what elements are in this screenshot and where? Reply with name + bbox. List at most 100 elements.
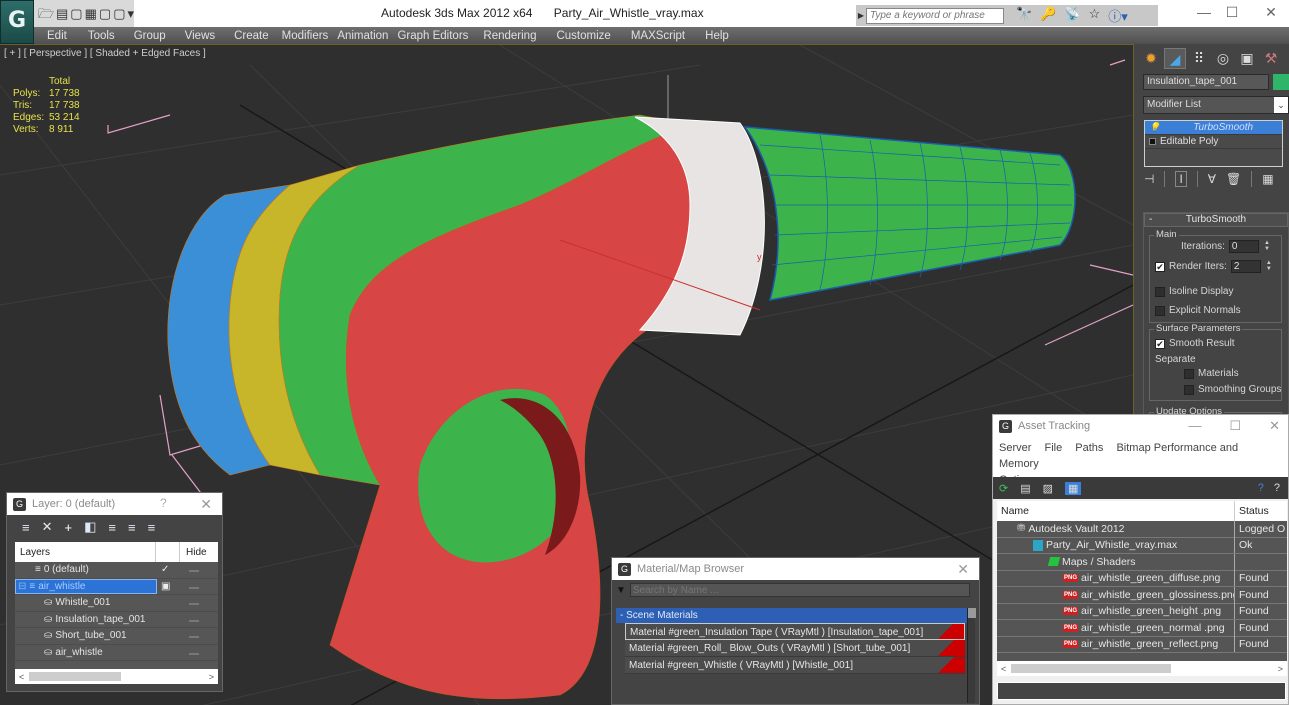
save-icon[interactable]: ▤ xyxy=(56,6,68,22)
close-button[interactable]: ✕ xyxy=(957,561,969,578)
rollout-header[interactable]: - TurboSmooth xyxy=(1144,213,1288,227)
render-iters-checkbox[interactable]: ✔ xyxy=(1155,261,1165,272)
menu-modifiers[interactable]: Modifiers xyxy=(282,30,329,42)
add-to-layer-icon[interactable]: + xyxy=(65,520,73,535)
redo-icon[interactable]: ▦ xyxy=(85,6,97,22)
keyword-search-input[interactable] xyxy=(866,7,1004,24)
menu-customize[interactable]: Customize xyxy=(556,30,610,42)
search-by-name-input[interactable] xyxy=(629,583,970,597)
layer-object-row[interactable]: ⛀ Insulation_tape_001 xyxy=(15,612,218,628)
material-item[interactable]: Material #green_Whistle ( VRayMtl ) [Whi… xyxy=(625,657,965,674)
materials-checkbox[interactable] xyxy=(1184,368,1194,379)
options-dropdown-icon[interactable]: ▼ xyxy=(616,585,626,596)
modify-tab-icon[interactable]: ◢ xyxy=(1164,48,1186,69)
asset-row[interactable]: PNG air_whistle_green_normal .png Found xyxy=(997,619,1287,637)
iterations-spinner[interactable]: 0 xyxy=(1228,240,1259,253)
asset-row[interactable]: ⛃ Autodesk Vault 2012 Logged O xyxy=(997,520,1287,538)
asset-row[interactable]: Maps / Shaders xyxy=(997,553,1287,571)
spinner-arrows-icon[interactable]: ▲ ▼ xyxy=(1265,260,1273,273)
menu-file[interactable]: File xyxy=(1044,442,1062,454)
app-logo-button[interactable]: G xyxy=(0,0,34,44)
modifier-list-dropdown[interactable]: Modifier List ⌄ xyxy=(1143,96,1289,114)
isoline-display-checkbox[interactable] xyxy=(1155,286,1165,297)
asset-row[interactable]: PNG air_whistle_green_diffuse.png Found xyxy=(997,570,1287,587)
expand-arrow-icon[interactable]: ▶ xyxy=(856,11,866,20)
menu-views[interactable]: Views xyxy=(185,30,215,42)
display-tab-icon[interactable]: ▣ xyxy=(1236,48,1258,69)
layer-object-row[interactable]: ⛀ air_whistle xyxy=(15,645,218,661)
chevron-down-icon[interactable]: ⌄ xyxy=(1274,97,1288,113)
menu-bitmap-performance[interactable]: Bitmap Performance and Memory xyxy=(999,442,1238,470)
render-icon[interactable]: ▢ xyxy=(113,6,125,22)
hide-toggle[interactable] xyxy=(189,652,199,655)
maximize-button[interactable]: ☐ xyxy=(1212,2,1252,22)
delete-layer-icon[interactable]: ✕ xyxy=(42,519,53,535)
refresh-icon[interactable]: ⟳ xyxy=(999,482,1008,495)
menu-server[interactable]: Server xyxy=(999,442,1031,454)
asset-row[interactable]: Party_Air_Whistle_vray.max Ok xyxy=(997,537,1287,554)
asset-row[interactable]: PNG air_whistle_green_glossiness.png Foun… xyxy=(997,586,1287,604)
make-unique-icon[interactable]: ∀ xyxy=(1208,172,1216,186)
horizontal-scrollbar[interactable]: < > xyxy=(997,661,1287,676)
spinner-arrows-icon[interactable]: ▲ ▼ xyxy=(1263,240,1271,253)
close-button[interactable]: ✕ xyxy=(1251,2,1289,22)
binoculars-icon[interactable]: 🔭 xyxy=(1016,6,1032,25)
menu-animation[interactable]: Animation xyxy=(337,30,388,42)
thumbnail-view-icon[interactable]: ▨ xyxy=(1043,482,1053,495)
asset-row[interactable]: PNG air_whistle_green_height .png Found xyxy=(997,603,1287,620)
help-button[interactable]: ? xyxy=(160,496,167,510)
menu-paths[interactable]: Paths xyxy=(1075,442,1103,454)
dialog-title-bar[interactable]: G Asset Tracking — ☐ ✕ xyxy=(993,415,1288,437)
layer-row[interactable]: ≡ 0 (default) ✓ xyxy=(15,562,218,579)
create-tab-icon[interactable]: ✹ xyxy=(1140,48,1162,69)
scene-materials-group[interactable]: - Scene Materials xyxy=(616,608,973,623)
scroll-thumb[interactable] xyxy=(1011,664,1171,673)
menu-maxscript[interactable]: MAXScript xyxy=(631,30,685,42)
material-item[interactable]: Material #green_Insulation Tape ( VRayMt… xyxy=(625,623,965,640)
stack-item-editable-poly[interactable]: Editable Poly xyxy=(1145,135,1282,149)
star-icon[interactable]: ☆ xyxy=(1089,6,1101,25)
highlight-layer-icon[interactable]: ≡ xyxy=(108,520,116,535)
dropdown-icon[interactable]: ▾ xyxy=(127,6,134,22)
layer-object-row[interactable]: ⛀ Short_tube_001 xyxy=(15,628,218,645)
material-item[interactable]: Material #green_Roll_ Blow_Outs ( VRayMt… xyxy=(625,640,965,657)
render-iters-spinner[interactable]: 2 xyxy=(1230,260,1261,273)
motion-tab-icon[interactable]: ◎ xyxy=(1212,48,1234,69)
column-layers[interactable]: Layers xyxy=(15,547,155,558)
table-view-icon[interactable]: ▦ xyxy=(1065,481,1082,495)
hide-toggle[interactable] xyxy=(189,636,199,638)
menu-help[interactable]: Help xyxy=(705,30,729,42)
scroll-right-icon[interactable]: > xyxy=(1278,664,1283,674)
viewport-label[interactable]: [ + ] [ Perspective ] [ Shaded + Edged F… xyxy=(4,48,206,59)
hide-toggle[interactable] xyxy=(189,619,199,622)
collapse-box-icon[interactable]: ⊟ xyxy=(18,581,26,592)
project-icon[interactable]: ▢ xyxy=(99,6,111,22)
scroll-right-icon[interactable]: > xyxy=(209,672,214,682)
horizontal-scrollbar[interactable]: < > xyxy=(15,669,218,684)
menu-rendering[interactable]: Rendering xyxy=(483,30,536,42)
menu-tools[interactable]: Tools xyxy=(88,30,115,42)
hide-all-layers-icon[interactable]: ≡ xyxy=(128,520,136,535)
freeze-all-layers-icon[interactable]: ≡ xyxy=(148,520,156,535)
column-name[interactable]: Name xyxy=(997,501,1235,521)
dialog-title-bar[interactable]: G Layer: 0 (default) ? ✕ xyxy=(7,493,222,515)
vertical-scrollbar[interactable] xyxy=(967,608,976,703)
column-current[interactable] xyxy=(155,542,180,562)
scroll-thumb[interactable] xyxy=(29,672,121,681)
scroll-left-icon[interactable]: < xyxy=(1001,664,1006,674)
remove-modifier-icon[interactable]: 🗑 xyxy=(1226,172,1241,186)
menu-create[interactable]: Create xyxy=(234,30,269,42)
undo-icon[interactable]: ▢ xyxy=(70,6,82,22)
scroll-left-icon[interactable]: < xyxy=(19,672,24,682)
scroll-thumb[interactable] xyxy=(968,608,976,618)
satellite-icon[interactable]: 📡 xyxy=(1064,6,1080,25)
open-icon[interactable]: 🗁 xyxy=(38,6,54,22)
layer-object-row[interactable]: ⛀ Whistle_001 xyxy=(15,595,218,612)
current-layer-check-icon[interactable]: ✓ xyxy=(161,564,169,575)
configure-sets-icon[interactable]: ▦ xyxy=(1262,172,1273,186)
asset-path-field[interactable] xyxy=(997,682,1286,700)
close-button[interactable]: ✕ xyxy=(1269,418,1280,434)
pin-stack-icon[interactable]: ⊣ xyxy=(1144,172,1154,186)
column-status[interactable]: Status xyxy=(1235,505,1269,517)
new-layer-icon[interactable]: ≡ xyxy=(22,520,30,535)
